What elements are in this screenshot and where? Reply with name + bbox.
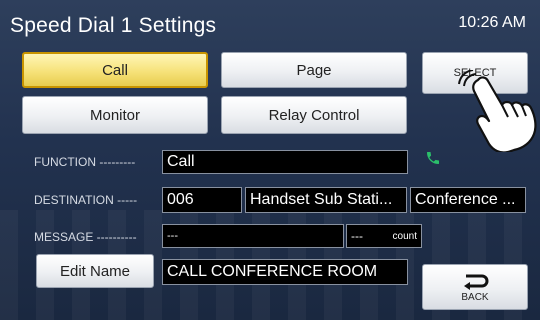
destination-number-field[interactable]: 006 <box>162 187 242 213</box>
phone-icon <box>425 150 441 171</box>
message-label: MESSAGE ---------- <box>34 230 137 244</box>
back-label: BACK <box>461 291 489 303</box>
hand-pointer-icon <box>458 69 540 157</box>
back-arrow-icon <box>460 272 490 290</box>
message-count-field[interactable]: --- count <box>346 224 422 248</box>
back-button[interactable]: BACK <box>422 264 528 310</box>
function-field[interactable]: Call <box>162 150 408 174</box>
destination-station-field[interactable]: Handset Sub Stati... <box>245 187 407 213</box>
device-screen: Speed Dial 1 Settings 10:26 AM Call Page… <box>0 0 540 320</box>
edit-name-button[interactable]: Edit Name <box>36 254 154 288</box>
destination-label: DESTINATION ----- <box>34 193 138 207</box>
count-unit: count <box>392 230 417 242</box>
name-field[interactable]: CALL CONFERENCE ROOM <box>162 259 408 285</box>
clock: 10:26 AM <box>458 14 526 31</box>
function-label: FUNCTION --------- <box>34 155 136 169</box>
monitor-button[interactable]: Monitor <box>22 96 208 134</box>
destination-name-field[interactable]: Conference ... <box>410 187 526 213</box>
call-button[interactable]: Call <box>22 52 208 88</box>
page-button[interactable]: Page <box>221 52 407 88</box>
relay-control-button[interactable]: Relay Control <box>221 96 407 134</box>
page-title: Speed Dial 1 Settings <box>10 14 217 37</box>
count-value: --- <box>351 229 363 243</box>
message-field[interactable]: --- <box>162 224 344 248</box>
